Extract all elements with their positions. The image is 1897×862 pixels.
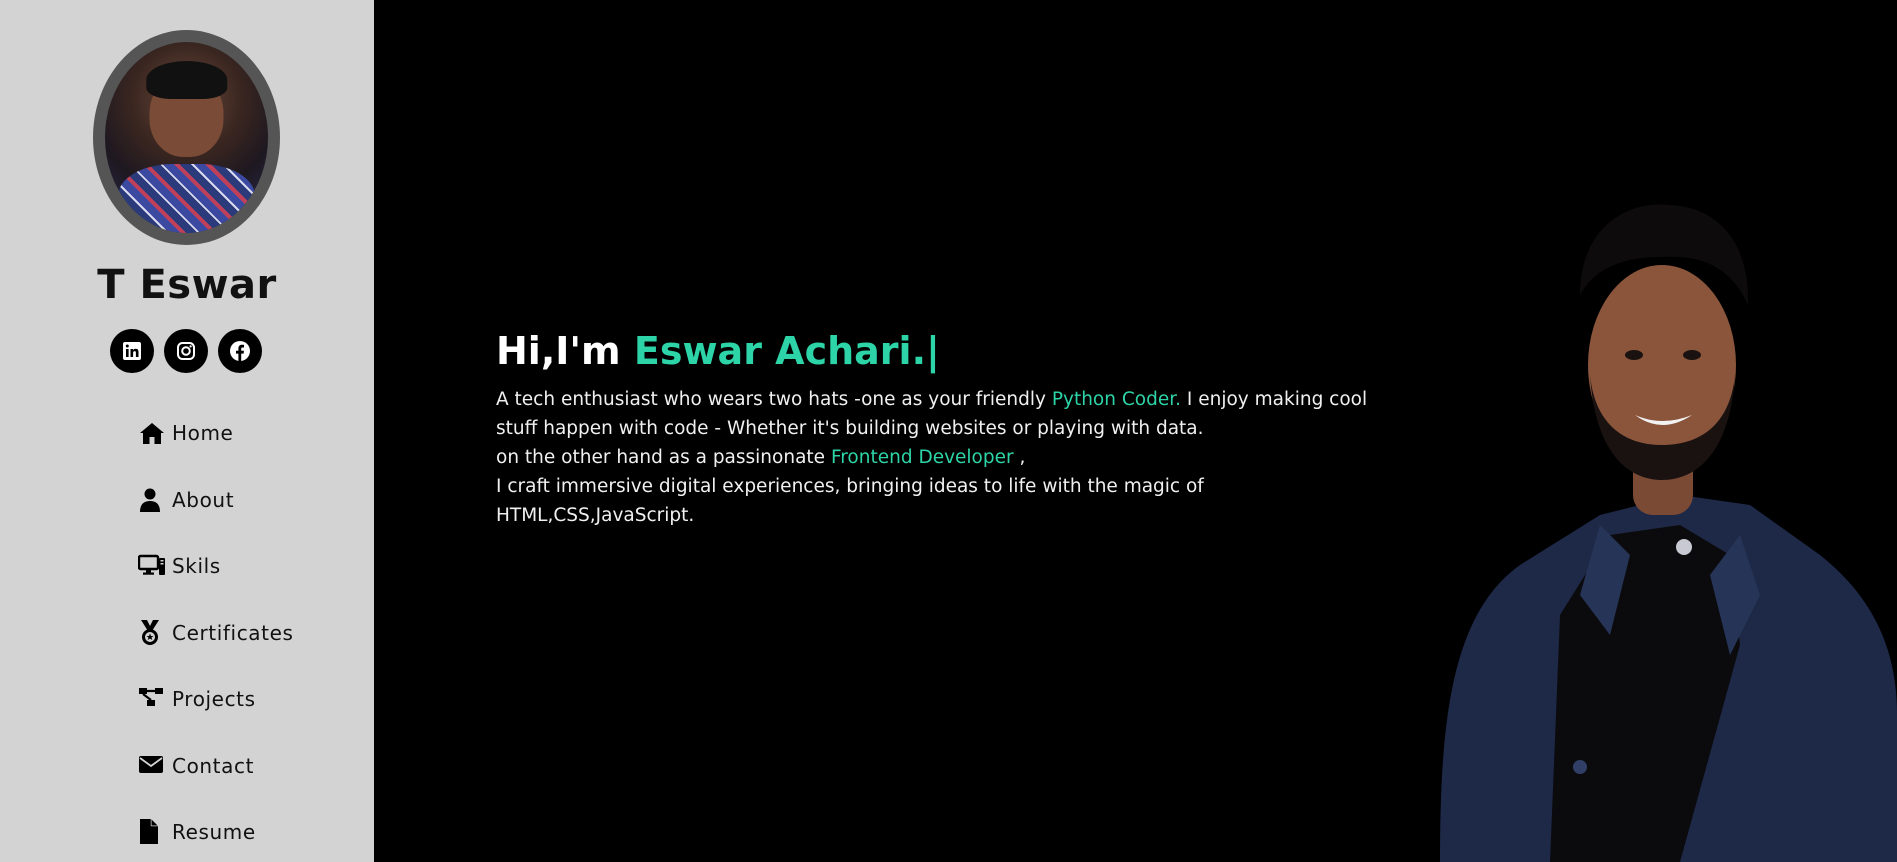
instagram-link[interactable] — [164, 329, 208, 373]
frontend-text-end: , — [1013, 447, 1026, 468]
nav-item-skills[interactable]: Skils — [138, 533, 294, 600]
user-icon — [138, 486, 166, 514]
file-icon — [138, 818, 166, 846]
nav-label-home: Home — [172, 421, 234, 446]
linkedin-link[interactable] — [110, 329, 154, 373]
hero-section: Hi,I'm Eswar Achari.| A tech enthusiast … — [496, 325, 1376, 530]
home-icon — [138, 419, 166, 447]
social-links — [110, 329, 262, 373]
hero-description: A tech enthusiast who wears two hats -on… — [496, 385, 1376, 530]
nav-label-skills: Skils — [172, 554, 221, 579]
nav-label-contact: Contact — [172, 753, 255, 778]
python-coder-highlight: Python Coder. — [1051, 389, 1182, 410]
medal-icon — [138, 619, 166, 647]
nav-item-projects[interactable]: Projects — [138, 666, 294, 733]
sidebar-nav: Home About Skils Certificates Projects C… — [138, 400, 294, 862]
instagram-icon — [177, 342, 195, 360]
nav-item-about[interactable]: About — [138, 467, 294, 534]
nav-label-about: About — [172, 487, 235, 512]
hero-portrait — [1440, 204, 1897, 862]
hero-name: Eswar Achari. — [633, 329, 926, 373]
frontend-text: on the other hand as a passinonate — [496, 447, 831, 468]
profile-name: T Eswar — [97, 262, 277, 308]
nav-item-home[interactable]: Home — [138, 400, 294, 467]
nav-item-certificates[interactable]: Certificates — [138, 600, 294, 667]
nav-item-contact[interactable]: Contact — [138, 733, 294, 800]
envelope-icon — [138, 752, 166, 780]
linkedin-icon — [123, 342, 141, 360]
nav-label-resume: Resume — [172, 820, 256, 845]
sidebar: T Eswar Home About Skils Certificates Pr… — [0, 0, 374, 862]
facebook-link[interactable] — [218, 329, 262, 373]
hero-greeting: Hi,I'm — [496, 329, 621, 373]
nav-label-projects: Projects — [172, 687, 256, 712]
facebook-icon — [230, 341, 250, 361]
desktop-icon — [138, 552, 166, 580]
frontend-developer-highlight: Frontend Developer — [830, 447, 1014, 468]
nav-item-resume[interactable]: Resume — [138, 799, 294, 862]
typing-cursor: | — [926, 329, 940, 373]
intro-text: A tech enthusiast who wears two hats -on… — [496, 389, 1052, 410]
craft-text: I craft immersive digital experiences, b… — [496, 476, 1204, 526]
sitemap-icon — [138, 685, 166, 713]
hero-heading: Hi,I'm Eswar Achari.| — [496, 325, 1376, 377]
nav-label-certificates: Certificates — [172, 620, 294, 645]
profile-photo — [105, 42, 268, 233]
profile-avatar — [93, 30, 280, 245]
